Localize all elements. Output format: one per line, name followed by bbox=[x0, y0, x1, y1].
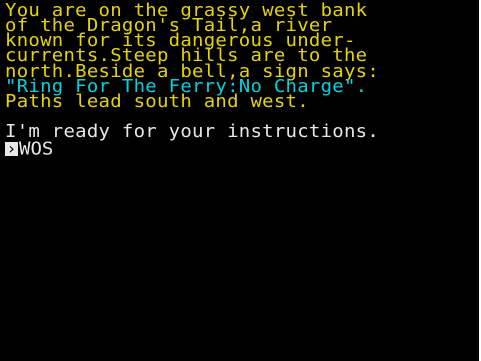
paths-text: Paths lead south and west. bbox=[5, 91, 309, 112]
ready-message: I'm ready for your instructions. bbox=[5, 121, 380, 142]
command-line[interactable]: › WOS bbox=[5, 139, 53, 158]
game-screen: You are on the grassy west bank of the D… bbox=[0, 0, 481, 361]
command-input[interactable]: WOS bbox=[19, 140, 53, 157]
prompt-cursor-icon: › bbox=[5, 139, 18, 158]
